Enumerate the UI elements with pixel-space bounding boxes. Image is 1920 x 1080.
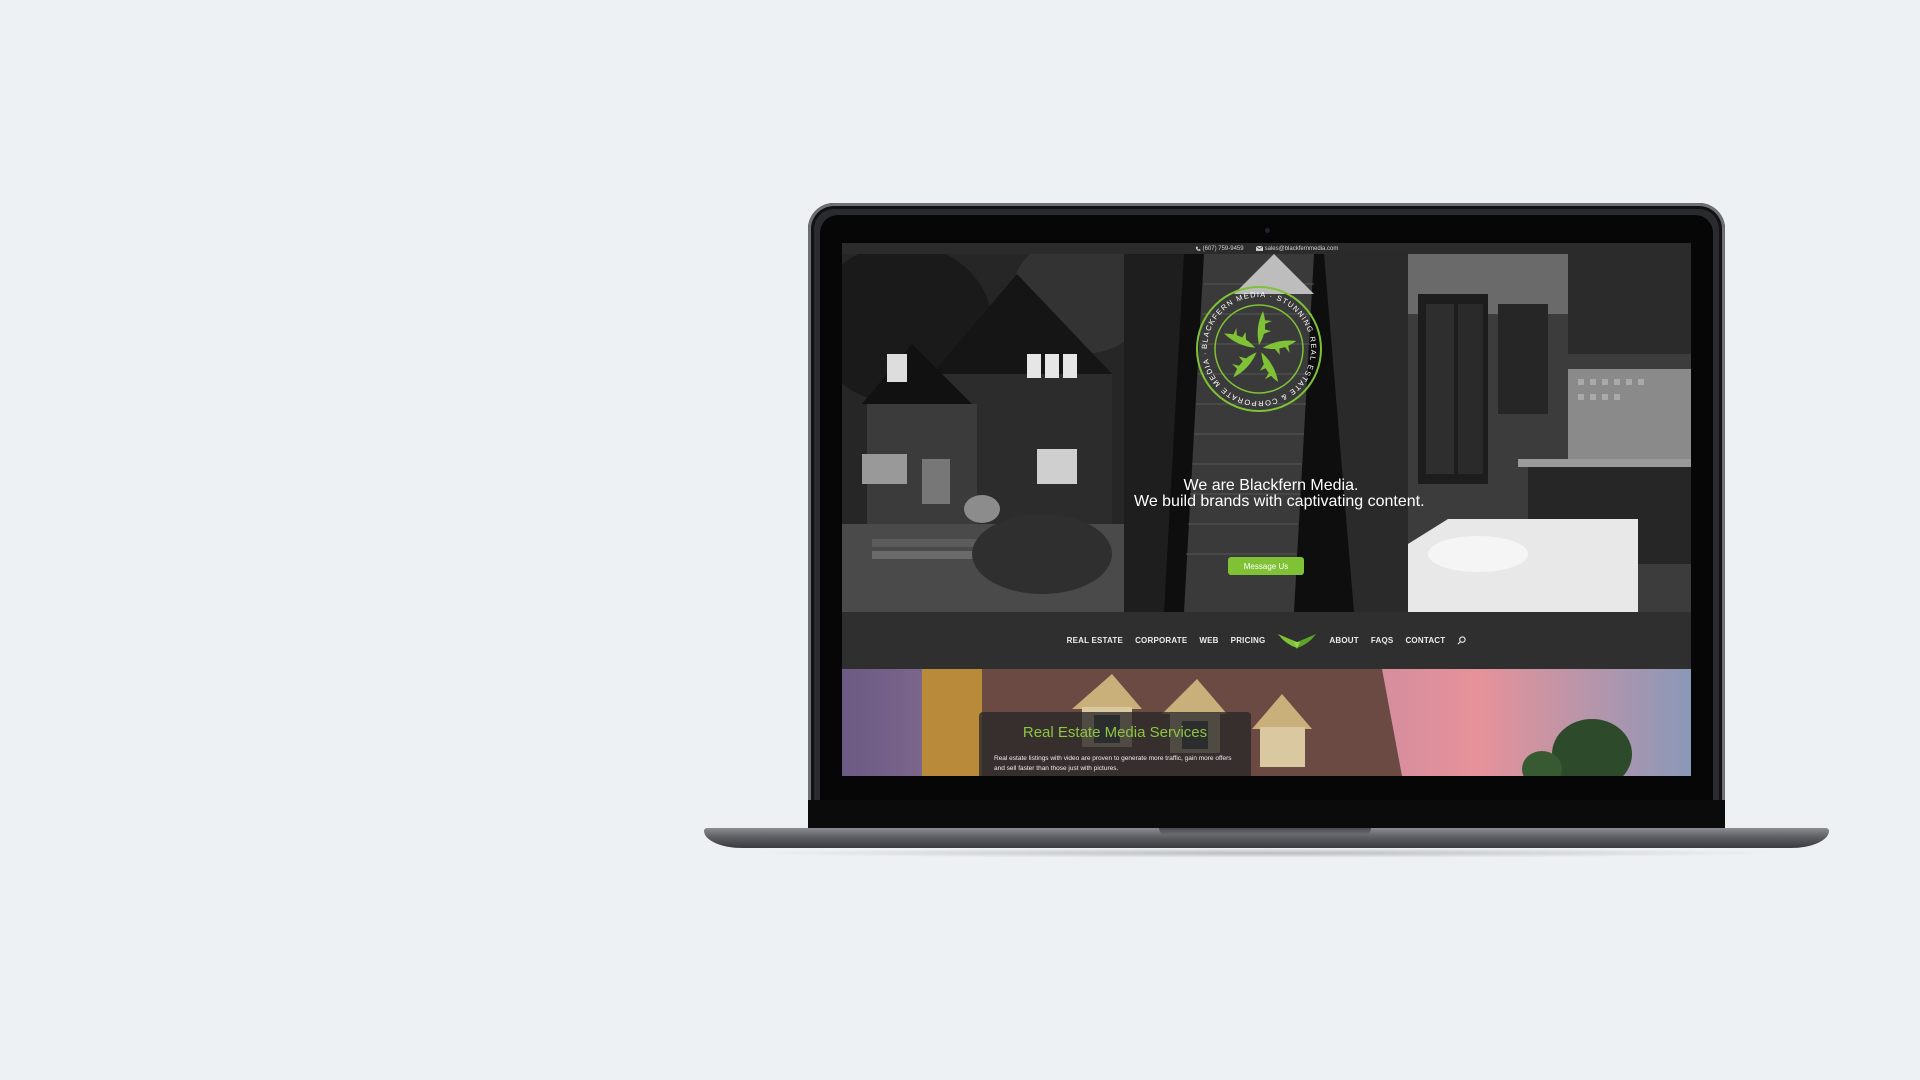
phone-link[interactable]: (607) 759-9459: [1195, 246, 1244, 252]
nav-contact[interactable]: CONTACT: [1405, 636, 1445, 645]
hero-section: BLACKFERN MEDIA · STUNNING REAL ESTATE &…: [842, 254, 1691, 612]
services-background-house: [922, 669, 1632, 776]
email-link[interactable]: sales@blackfernmedia.com: [1255, 245, 1339, 252]
laptop-base: [704, 828, 1829, 848]
envelope-icon: [1255, 246, 1263, 251]
blackfern-seal-logo: BLACKFERN MEDIA · STUNNING REAL ESTATE &…: [1196, 286, 1322, 412]
hero-image-kitchen: [1408, 254, 1691, 612]
laptop-chin: [808, 800, 1725, 828]
nav-web[interactable]: WEB: [1199, 636, 1218, 645]
hero-line-1: We are Blackfern Media.: [1183, 477, 1359, 494]
email-address: sales@blackfernmedia.com: [1264, 245, 1339, 252]
camera-icon: [1264, 228, 1270, 233]
nav-pricing[interactable]: PRICING: [1231, 636, 1266, 645]
hero-line-2: We build brands with captivating content…: [1134, 493, 1425, 510]
hero-image-house: [842, 254, 1124, 612]
phone-number: (607) 759-9459: [1202, 245, 1244, 252]
phone-icon: [1195, 246, 1200, 251]
real-estate-services-section: Real Estate Media Services Real estate l…: [842, 669, 1691, 776]
fern-wings-logo-icon[interactable]: [1277, 632, 1317, 650]
svg-text:BLACKFERN MEDIA · STUNNING REA: BLACKFERN MEDIA · STUNNING REAL ESTATE &…: [1200, 290, 1318, 408]
message-us-button[interactable]: Message Us: [1228, 557, 1304, 575]
laptop-base-notch: [1159, 828, 1371, 835]
search-icon[interactable]: [1457, 636, 1467, 645]
services-description: Real estate listings with video are prov…: [994, 755, 1232, 772]
seal-ring-text: BLACKFERN MEDIA · STUNNING REAL ESTATE &…: [1200, 290, 1317, 408]
nav-real-estate[interactable]: REAL ESTATE: [1067, 636, 1123, 645]
services-card: Real Estate Media Services Real estate l…: [979, 712, 1251, 776]
laptop-shadow: [740, 848, 1790, 858]
main-navigation: REAL ESTATE CORPORATE WEB PRICING ABOUT …: [842, 612, 1691, 669]
nav-about[interactable]: ABOUT: [1329, 636, 1358, 645]
nav-corporate[interactable]: CORPORATE: [1135, 636, 1187, 645]
website-screen: (607) 759-9459 sales@blackfernmedia.com: [842, 243, 1691, 776]
services-title: Real Estate Media Services: [1022, 724, 1208, 741]
nav-faqs[interactable]: FAQS: [1371, 636, 1394, 645]
contact-topbar: (607) 759-9459 sales@blackfernmedia.com: [842, 243, 1691, 254]
hero-headline: We are Blackfern Media. We build brands …: [1124, 477, 1425, 510]
